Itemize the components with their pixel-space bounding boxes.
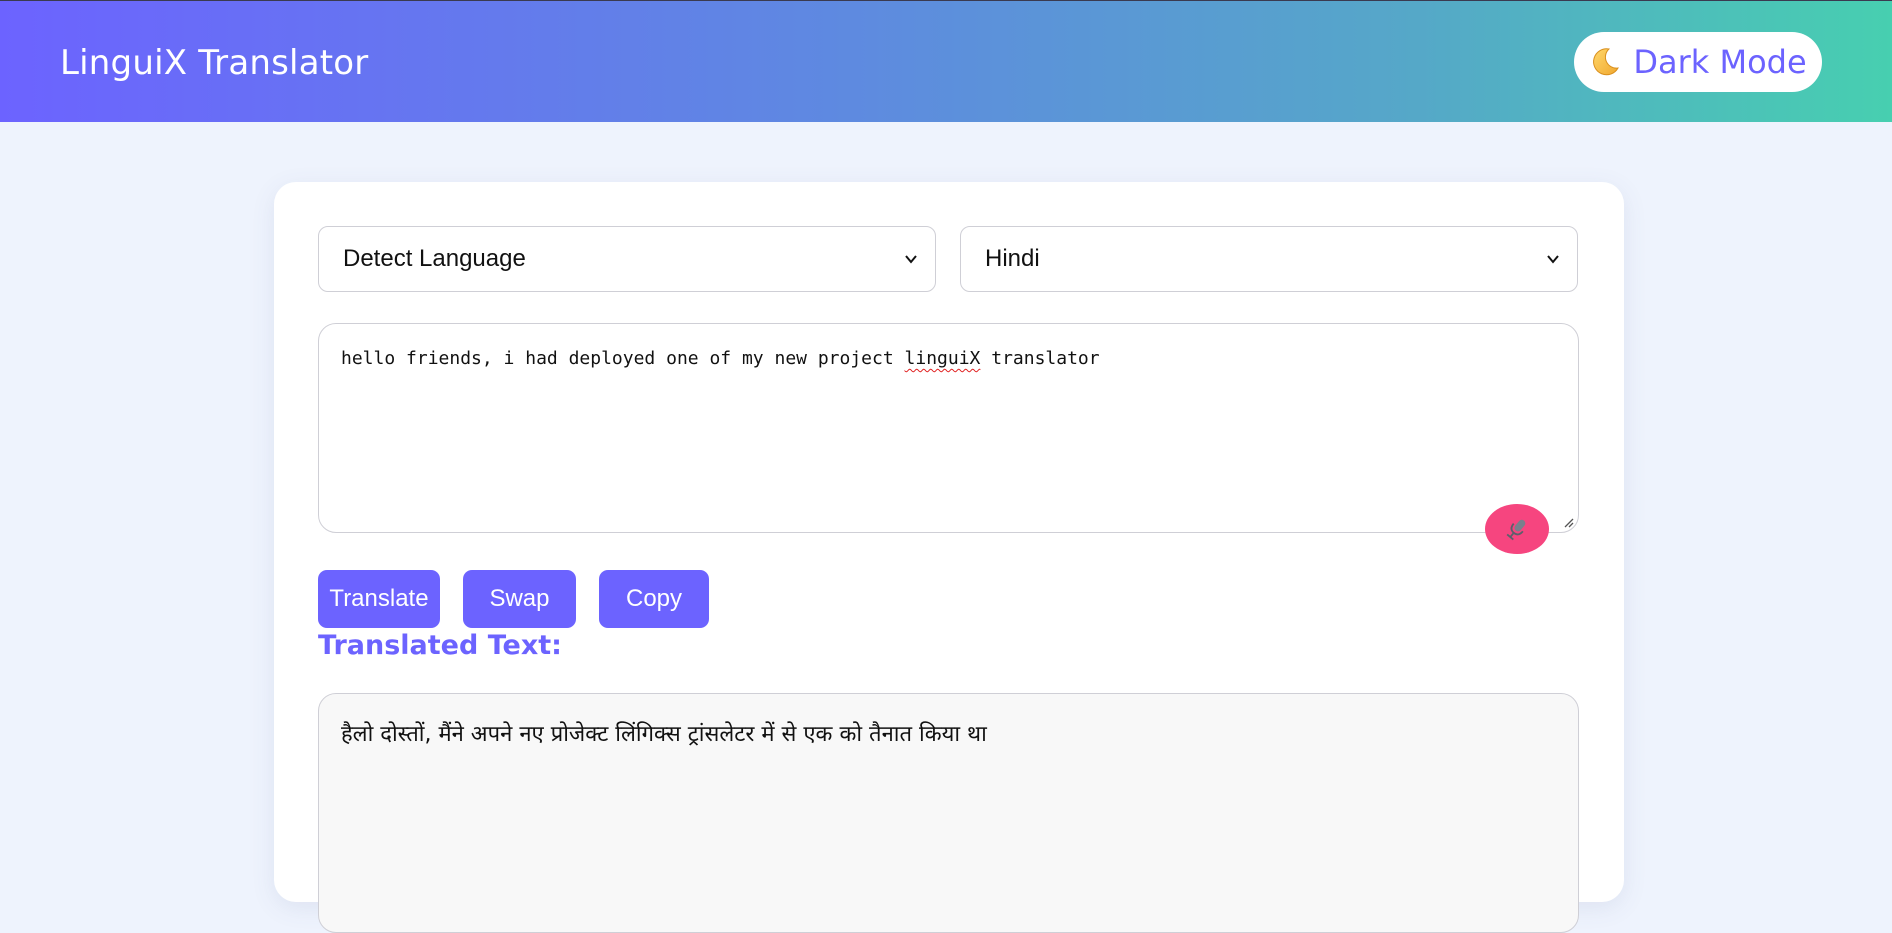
translator-card: Detect Language Hindi hello friends, i h…: [274, 182, 1624, 933]
chevron-down-icon: [1547, 255, 1559, 264]
source-text-input[interactable]: hello friends, i had deployed one of my …: [318, 323, 1579, 533]
translated-text: हैलो दोस्तों, मैंने अपने नए प्रोजेक्ट लि…: [341, 722, 987, 747]
chevron-down-icon: [905, 255, 917, 264]
target-language-select[interactable]: Hindi: [960, 226, 1578, 292]
copy-button[interactable]: Copy: [599, 570, 709, 628]
translate-button[interactable]: Translate: [318, 570, 440, 628]
translated-text-output: हैलो दोस्तों, मैंने अपने नए प्रोजेक्ट लि…: [318, 693, 1579, 933]
dark-mode-toggle[interactable]: Dark Mode: [1574, 32, 1822, 92]
source-language-select[interactable]: Detect Language: [318, 226, 936, 292]
microphone-button[interactable]: [1485, 504, 1549, 554]
translated-text-heading: Translated Text:: [318, 630, 562, 661]
moon-icon: [1593, 48, 1620, 76]
misspelled-word: linguiX: [904, 348, 981, 369]
resize-handle-icon[interactable]: [1562, 516, 1574, 528]
target-language-value: Hindi: [985, 245, 1040, 272]
source-language-value: Detect Language: [343, 245, 526, 272]
input-text-end: translator: [980, 348, 1100, 369]
app-title: LinguiX Translator: [60, 43, 369, 83]
app-header: LinguiX Translator Dark Mode: [0, 0, 1892, 122]
swap-button[interactable]: Swap: [463, 570, 576, 628]
dark-mode-label: Dark Mode: [1633, 43, 1807, 81]
input-text-start: hello friends, i had deployed one of my …: [341, 348, 905, 369]
microphone-icon: [1506, 519, 1526, 541]
